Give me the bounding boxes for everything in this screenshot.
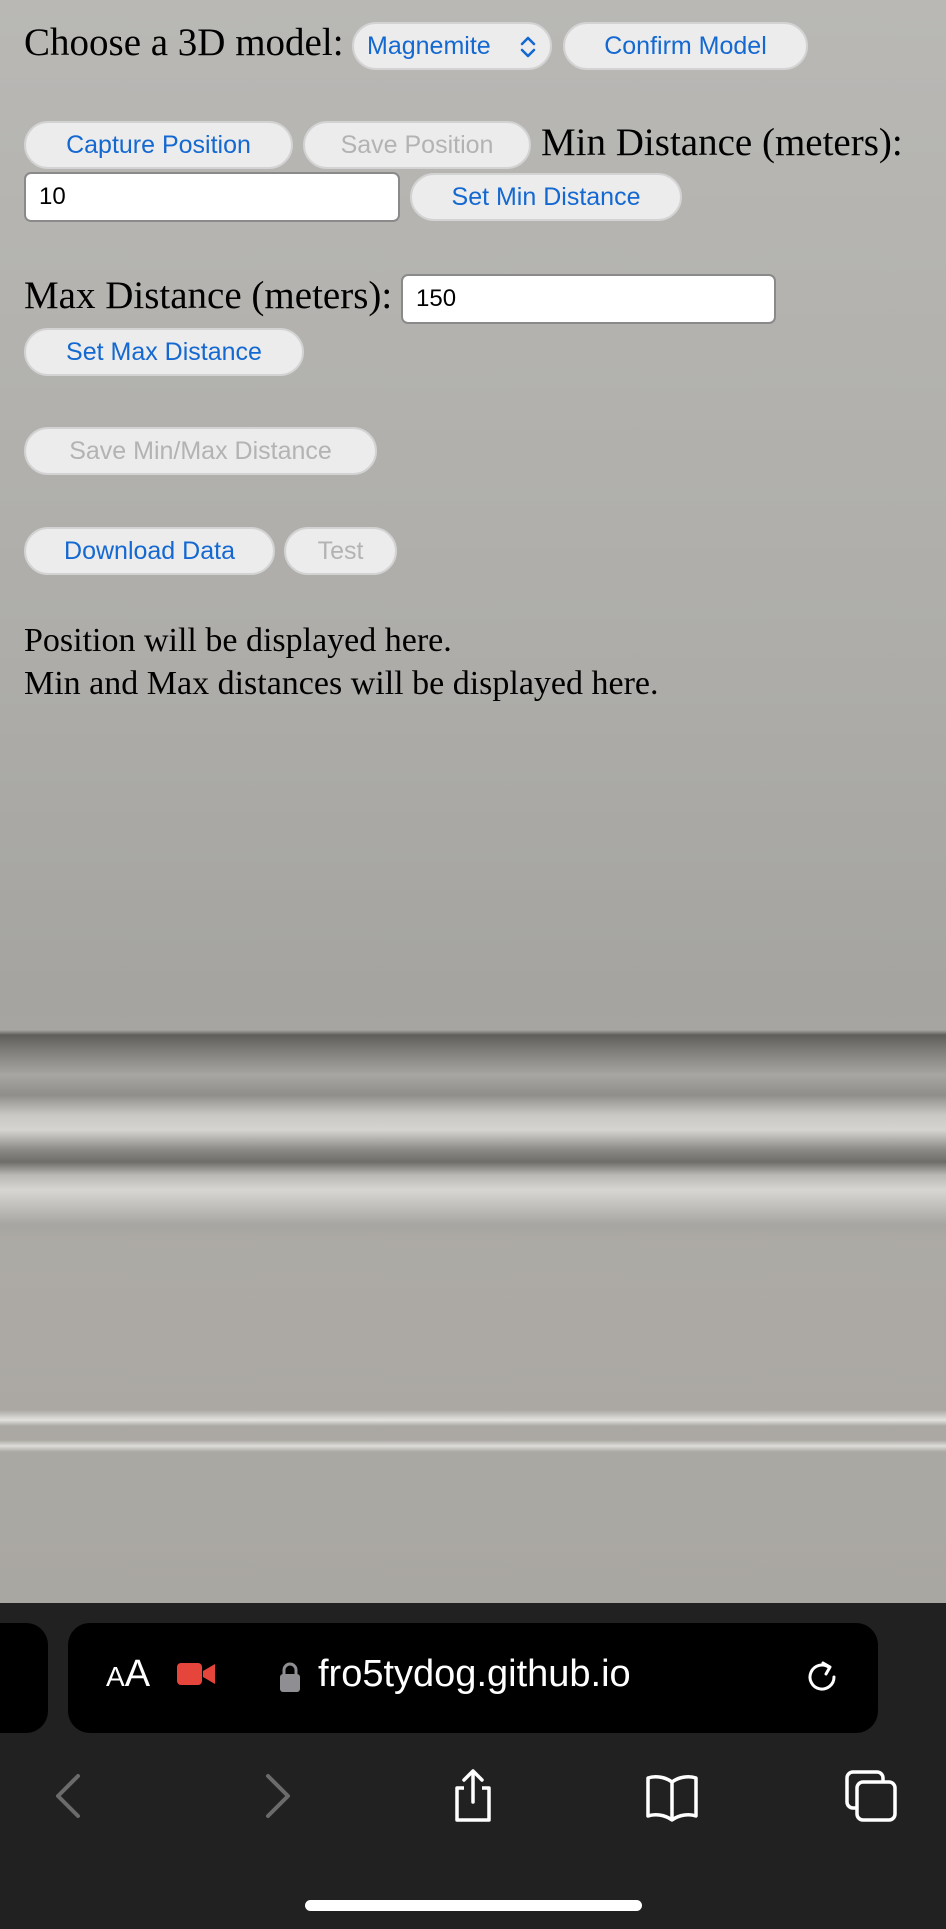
text-size-large-glyph: A <box>124 1653 151 1695</box>
max-distance-input[interactable]: 150 <box>401 274 776 324</box>
save-position-button[interactable]: Save Position <box>303 121 531 169</box>
previous-tab-peek[interactable] <box>0 1623 48 1733</box>
min-distance-input[interactable]: 10 <box>24 172 400 222</box>
confirm-model-button[interactable]: Confirm Model <box>563 22 808 70</box>
max-distance-label: Max Distance (meters): <box>24 274 393 317</box>
forward-chevron-icon[interactable] <box>248 1768 304 1824</box>
distances-display: Min and Max distances will be displayed … <box>24 665 659 702</box>
back-chevron-icon[interactable] <box>42 1768 98 1824</box>
min-distance-label: Min Distance (meters): <box>541 121 903 164</box>
camera-feed-background <box>0 0 946 1603</box>
test-button[interactable]: Test <box>284 527 397 575</box>
home-indicator <box>305 1900 642 1911</box>
model-select-label: Choose a 3D model: <box>24 21 344 64</box>
text-size-small-glyph: A <box>106 1661 125 1692</box>
text-size-button[interactable]: AA <box>106 1653 150 1696</box>
browser-chrome: AA fro5tydog.github.io <box>0 1603 946 1929</box>
set-min-distance-button[interactable]: Set Min Distance <box>410 173 682 221</box>
chevron-up-down-icon <box>520 36 536 58</box>
share-icon[interactable] <box>445 1768 501 1824</box>
capture-position-button[interactable]: Capture Position <box>24 121 293 169</box>
model-select-value: Magnemite <box>367 31 491 60</box>
tabs-icon[interactable] <box>843 1768 899 1824</box>
position-display: Position will be displayed here. <box>24 622 452 659</box>
bookmarks-icon[interactable] <box>644 1768 700 1824</box>
reload-icon[interactable] <box>802 1657 842 1697</box>
url-text: fro5tydog.github.io <box>318 1653 631 1695</box>
save-min-max-distance-button[interactable]: Save Min/Max Distance <box>24 427 377 475</box>
model-select[interactable]: Magnemite <box>352 22 552 70</box>
lock-icon <box>280 1662 300 1692</box>
set-max-distance-button[interactable]: Set Max Distance <box>24 328 304 376</box>
address-bar[interactable]: AA fro5tydog.github.io <box>68 1623 878 1733</box>
camera-recording-icon[interactable] <box>176 1661 216 1687</box>
download-data-button[interactable]: Download Data <box>24 527 275 575</box>
